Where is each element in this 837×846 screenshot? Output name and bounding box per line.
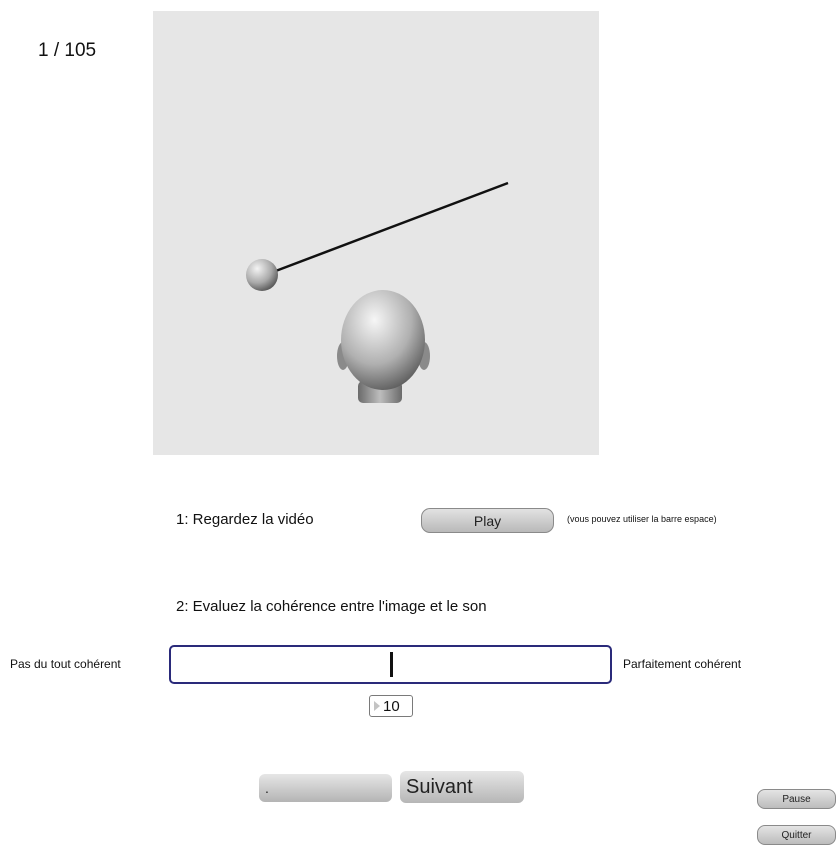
sound-source-sphere xyxy=(246,259,278,291)
triangle-right-icon xyxy=(374,701,380,711)
listener-head xyxy=(337,290,430,403)
coherence-slider[interactable] xyxy=(169,645,612,684)
trial-counter: 1 / 105 xyxy=(38,40,97,61)
play-button[interactable]: Play xyxy=(421,508,554,533)
previous-button[interactable]: . xyxy=(259,774,392,802)
sound-source-rod xyxy=(272,181,509,274)
scale-max-label: Parfaitement cohérent xyxy=(623,657,742,671)
pause-button[interactable]: Pause xyxy=(757,789,836,809)
slider-thumb[interactable] xyxy=(390,652,393,677)
scale-min-label: Pas du tout cohérent xyxy=(10,657,121,671)
step2-label: 2: Evaluez la cohérence entre l'image et… xyxy=(176,598,487,615)
play-hint: (vous pouvez utiliser la barre espace) xyxy=(567,514,717,524)
video-scene xyxy=(246,181,509,403)
quit-button[interactable]: Quitter xyxy=(757,825,836,845)
next-button[interactable]: Suivant xyxy=(400,771,524,803)
video-frame xyxy=(153,11,599,455)
step1-label: 1: Regardez la vidéo xyxy=(176,511,314,528)
rating-value: 10 xyxy=(383,697,400,715)
rating-value-field[interactable]: 10 xyxy=(369,695,413,717)
